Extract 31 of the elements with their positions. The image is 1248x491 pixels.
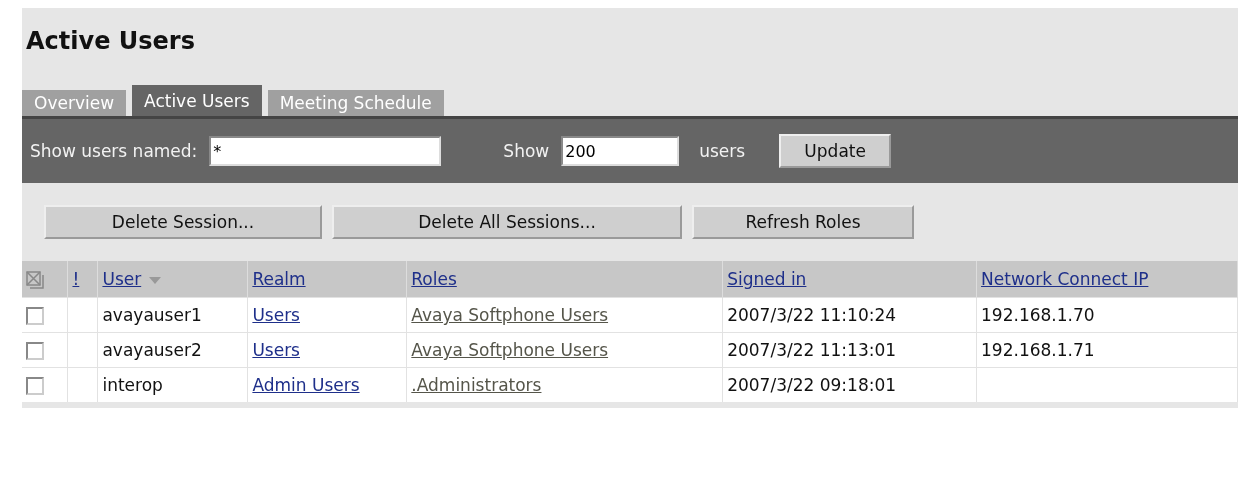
column-header-link[interactable]: Realm xyxy=(252,269,306,289)
cell-link[interactable]: Users xyxy=(252,305,300,325)
table-cell: 192.168.1.70 xyxy=(976,297,1238,333)
page-title: Active Users xyxy=(26,27,195,55)
column-header-link[interactable]: Signed in xyxy=(727,269,807,289)
users-label: users xyxy=(699,141,746,161)
table-cell: interop xyxy=(97,367,248,402)
table-cell: avayauser2 xyxy=(97,332,248,368)
column-header-link[interactable]: Roles xyxy=(411,269,457,289)
action-button[interactable]: Delete Session... xyxy=(44,205,322,239)
table-cell: 2007/3/22 09:18:01 xyxy=(722,367,977,402)
show-label: Show xyxy=(503,141,550,161)
sort-down-icon xyxy=(149,277,162,285)
filter-label: Show users named: xyxy=(30,141,198,161)
select-all-icon[interactable] xyxy=(26,271,44,289)
update-button[interactable]: Update xyxy=(779,134,892,168)
row-checkbox[interactable] xyxy=(26,377,44,395)
row-checkbox[interactable] xyxy=(26,342,44,360)
table-cell: 192.168.1.71 xyxy=(976,332,1238,368)
table-cell: 2007/3/22 11:10:24 xyxy=(722,297,977,333)
tab[interactable]: Active Users xyxy=(132,85,262,116)
name-field[interactable]: * xyxy=(209,136,442,166)
table-cell: 2007/3/22 11:13:01 xyxy=(722,332,977,368)
table-cell: avayauser1 xyxy=(97,297,248,333)
row-checkbox[interactable] xyxy=(26,307,44,325)
action-button[interactable]: Delete All Sessions... xyxy=(332,205,682,239)
count-field[interactable]: 200 xyxy=(561,136,680,166)
cell-link[interactable]: Users xyxy=(252,340,300,360)
column-header-link[interactable]: User xyxy=(102,269,142,289)
column-header-link[interactable]: ! xyxy=(72,269,80,289)
action-button[interactable]: Refresh Roles xyxy=(692,205,914,239)
